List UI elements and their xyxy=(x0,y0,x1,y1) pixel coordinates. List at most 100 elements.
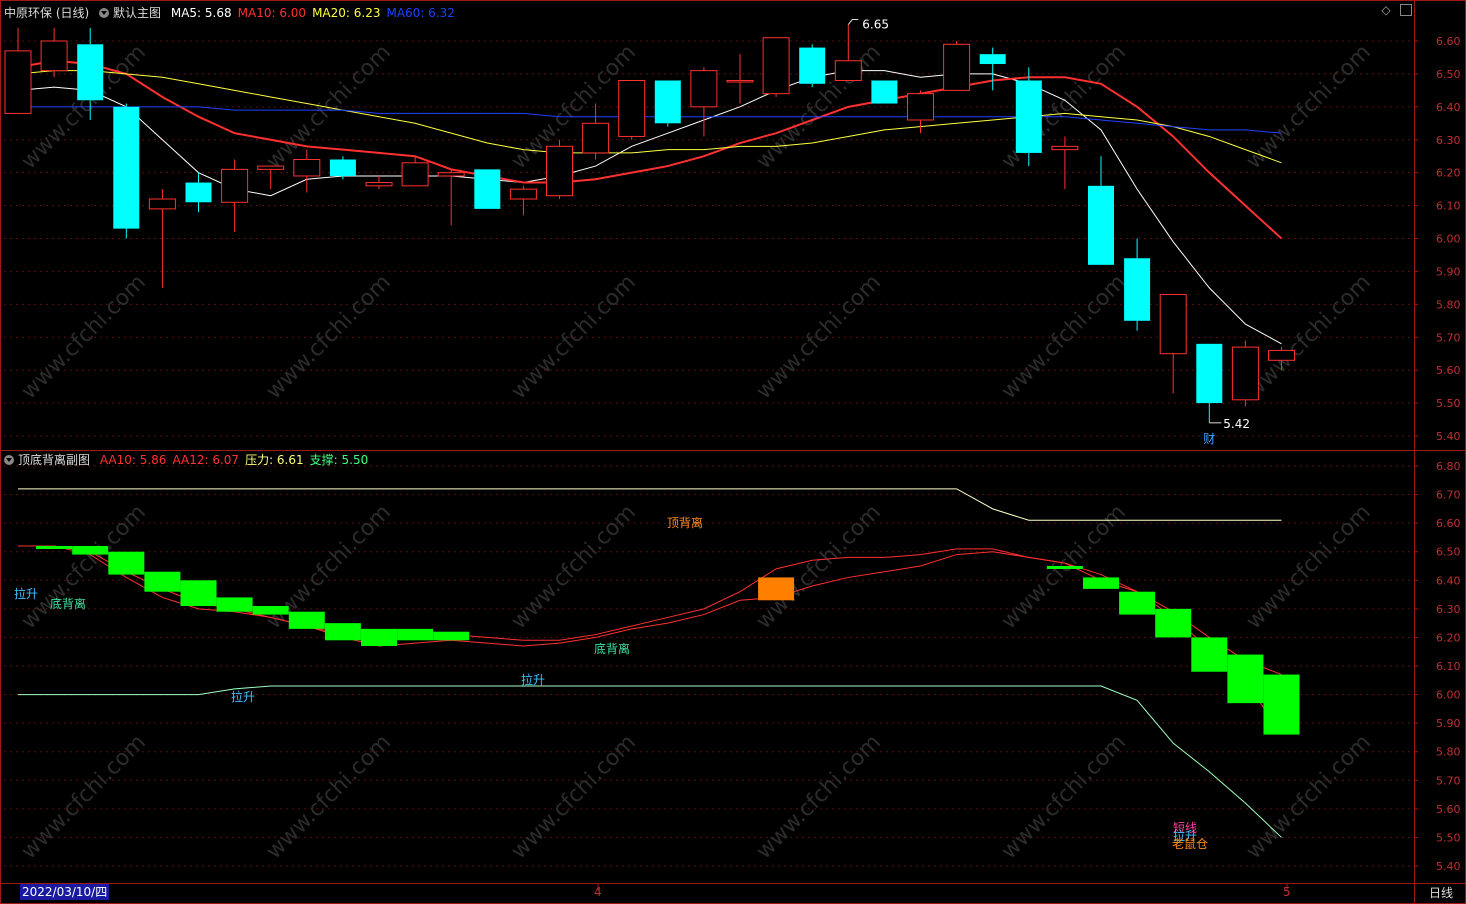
candle-body-up xyxy=(437,172,465,177)
signal-label: 顶背离 xyxy=(667,515,703,530)
sub-y-tick-label: 6.70 xyxy=(1436,489,1461,502)
divergence-bar xyxy=(72,546,109,555)
candle-body-up xyxy=(582,122,610,154)
signal-label: 拉升 xyxy=(521,672,545,687)
watermark-text: www.cfchi.com xyxy=(1242,730,1376,864)
candle-body-up xyxy=(401,162,429,187)
main-y-tick-label: 5.50 xyxy=(1436,397,1461,410)
sub-template-selector[interactable]: 顶底背离副图 xyxy=(4,453,90,467)
candle-body-down xyxy=(185,182,212,203)
sub-y-tick-label: 6.10 xyxy=(1436,660,1461,673)
sub-line-压力 xyxy=(18,488,1282,521)
divergence-bar xyxy=(1263,674,1300,735)
sub-y-tick-label: 5.60 xyxy=(1436,803,1461,816)
candle-body-up xyxy=(907,93,934,121)
signal-label: 底背离 xyxy=(50,596,86,611)
watermark-text: www.cfchi.com xyxy=(997,270,1131,404)
divergence-bar xyxy=(361,628,397,646)
candle-body-up xyxy=(762,37,790,95)
main-indicator-2: MA20: 6.23 xyxy=(312,6,381,20)
candle-body-down xyxy=(77,44,104,101)
divergence-bar xyxy=(1227,654,1264,704)
divergence-bar xyxy=(252,606,289,615)
candle-body-down xyxy=(474,169,501,209)
sub-line-AA10 xyxy=(18,545,1282,735)
divergence-bar xyxy=(1119,591,1156,615)
candle-body-up xyxy=(726,80,754,83)
divergence-bar xyxy=(397,628,434,641)
cursor-date-label: 2022/03/10/四 xyxy=(20,884,110,900)
divergence-bar xyxy=(180,580,217,606)
watermark-text: www.cfchi.com xyxy=(262,730,396,864)
sub-line-AA12 xyxy=(18,545,1282,676)
divergence-bar xyxy=(36,546,73,549)
divergence-bar xyxy=(144,571,181,592)
main-panel-header: 中原环保 (日线) 默认主图 MA5: 5.68 MA10: 6.00 MA20: … xyxy=(4,4,467,22)
main-y-tick-label: 6.20 xyxy=(1436,167,1461,180)
diamond-icon[interactable]: ◇ xyxy=(1380,4,1392,16)
low-marker-label: 5.42 xyxy=(1223,417,1250,431)
candle-body-down xyxy=(1088,185,1114,265)
divergence-bar xyxy=(1191,637,1228,672)
period-button[interactable]: 日线 xyxy=(1418,884,1464,902)
stock-title[interactable]: 中原环保 (日线) xyxy=(4,6,89,20)
candle-body-down xyxy=(113,106,140,229)
sub-y-tick-label: 5.80 xyxy=(1436,746,1461,759)
main-indicator-1: MA10: 6.00 xyxy=(237,6,307,20)
sub-y-tick-label: 6.20 xyxy=(1436,631,1461,644)
divergence-bar xyxy=(433,631,470,641)
candle-body-up xyxy=(1159,293,1187,355)
candle-body-up xyxy=(40,40,68,72)
candle-body-up xyxy=(293,159,321,177)
template-selector[interactable]: 默认主图 xyxy=(99,6,161,20)
main-y-tick-label: 5.70 xyxy=(1436,331,1461,344)
dropdown-circle-icon[interactable] xyxy=(4,455,14,465)
main-y-tick-label: 6.40 xyxy=(1436,101,1461,114)
sub-panel-header: 顶底背离副图 AA10: 5.86 AA12: 6.07 压力: 6.61 支撑: 5… xyxy=(4,451,380,469)
sub-y-tick-label: 5.90 xyxy=(1436,717,1461,730)
main-y-tick-label: 6.00 xyxy=(1436,233,1461,246)
divergence-bar xyxy=(288,611,325,629)
candle-body-down xyxy=(329,159,356,176)
signal-label: 老鼠仓 xyxy=(1172,837,1208,851)
watermark-text: www.cfchi.com xyxy=(752,500,886,634)
main-indicator-3: MA60: 6.32 xyxy=(386,6,455,20)
candle-body-down xyxy=(1124,258,1151,321)
watermark-text: www.cfchi.com xyxy=(752,730,886,864)
divergence-bar xyxy=(1046,566,1083,569)
signal-label: 拉升 xyxy=(14,586,38,601)
divergence-bar xyxy=(1155,608,1192,638)
sub-y-tick-label: 6.00 xyxy=(1436,689,1461,702)
signal-label: 底背离 xyxy=(594,641,630,656)
dropdown-circle-icon[interactable] xyxy=(99,8,110,18)
candle-body-up xyxy=(4,50,32,114)
candle-body-up xyxy=(618,80,646,137)
main-y-tick-label: 6.60 xyxy=(1436,35,1461,48)
sub-y-tick-label: 5.40 xyxy=(1436,860,1461,873)
divergence-bar xyxy=(216,597,253,612)
candle-body-down xyxy=(1015,80,1042,153)
month-label-5: 5 xyxy=(1283,885,1291,899)
watermark-text: www.cfchi.com xyxy=(507,730,641,864)
divergence-bar xyxy=(758,577,795,601)
sub-y-tick-label: 6.40 xyxy=(1436,574,1461,587)
sub-y-tick-label: 5.50 xyxy=(1436,831,1461,844)
watermark-text: www.cfchi.com xyxy=(997,730,1131,864)
sub-y-tick-label: 6.30 xyxy=(1436,603,1461,616)
candle-body-up xyxy=(509,188,537,200)
watermark-text: www.cfchi.com xyxy=(507,500,641,634)
divergence-bar xyxy=(1083,577,1119,589)
candle-body-up xyxy=(1051,145,1079,151)
candle-body-down xyxy=(979,54,1006,65)
sub-indicator-1: AA12: 6.07 xyxy=(172,453,240,467)
candle-body-up xyxy=(257,165,285,170)
maximize-icon[interactable] xyxy=(1400,4,1412,16)
candle-body-up xyxy=(546,145,573,197)
watermark-text: www.cfchi.com xyxy=(752,270,886,404)
candle-body-up xyxy=(690,70,718,108)
candle-body-up xyxy=(148,198,176,210)
signal-label: 拉升 xyxy=(231,689,255,704)
finance-marker: 财 xyxy=(1203,432,1215,446)
candle-body-up xyxy=(365,182,393,187)
candle-body-up xyxy=(834,60,862,81)
